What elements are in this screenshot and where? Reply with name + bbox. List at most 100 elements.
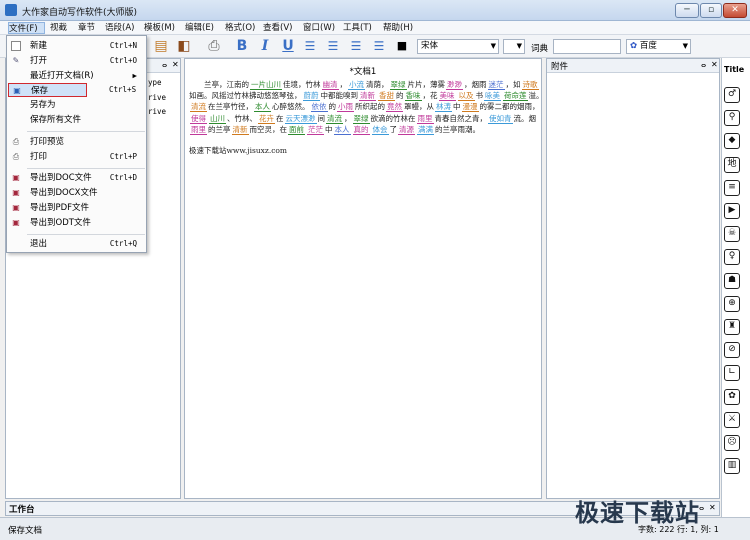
menu-item-open[interactable]: ✎ 打开 Ctrl+O	[8, 54, 145, 68]
align-right-icon[interactable]: ☰	[348, 38, 364, 54]
keyword-highlight: 小雨	[337, 102, 354, 113]
keyword-highlight: 使如青	[488, 113, 513, 124]
text-color-icon[interactable]: ■	[394, 38, 410, 54]
close-button[interactable]: ✕	[723, 3, 747, 18]
menu-item-export-docx[interactable]: ▣ 导出到DOCX文件	[8, 186, 145, 200]
tag-icon[interactable]: ◆	[724, 133, 740, 150]
menu-item-export-doc[interactable]: ▣ 导出到DOC文件 Ctrl+D	[8, 171, 145, 185]
keyword-highlight: 一片山川	[250, 80, 282, 90]
menu-item-save[interactable]: ▣ 保存	[8, 83, 87, 97]
menu-item-print-preview[interactable]: ⎙ 打印预览	[8, 135, 145, 149]
keyword-highlight: 竟然	[386, 102, 403, 113]
menu-item-export-pdf[interactable]: ▣ 导出到PDF文件	[8, 201, 145, 215]
bold-button[interactable]: B	[234, 38, 250, 54]
menu-window[interactable]: 窗口(W)	[303, 22, 335, 34]
map-icon[interactable]: 地	[724, 156, 740, 173]
keyword-highlight: 美味	[438, 91, 456, 102]
menu-item-exit[interactable]: 退出 Ctrl+Q	[8, 237, 145, 251]
paste-icon[interactable]: ▤	[153, 38, 169, 54]
menu-bar: 文件(F) 视截 章节 语段(A) 模板(M) 编辑(E) 格式(O) 查看(V…	[0, 21, 750, 56]
paragraph-text: 在	[276, 113, 284, 123]
align-center-icon[interactable]: ☰	[325, 38, 341, 54]
ban-icon[interactable]: ⊘	[724, 342, 740, 359]
menu-item-new[interactable]: 新建 Ctrl+N	[8, 39, 145, 53]
keyword-highlight: 漫漫	[461, 102, 479, 113]
list-item[interactable]: rive	[148, 93, 166, 102]
menu-item-export-odt[interactable]: ▣ 导出到ODT文件	[8, 216, 145, 230]
portrait-icon[interactable]: ☗	[724, 272, 740, 289]
justify-icon[interactable]: ☰	[371, 38, 387, 54]
menu-edit[interactable]: 编辑(E)	[185, 22, 214, 34]
menu-view[interactable]: 查看(V)	[263, 22, 292, 34]
play-icon[interactable]: ▶	[724, 203, 740, 219]
font-select[interactable]: 宋体 ▼	[417, 39, 499, 54]
female-icon[interactable]: ♀	[724, 249, 740, 266]
menu-template[interactable]: 模板(M)	[144, 22, 175, 34]
face-icon[interactable]: ☹	[724, 435, 740, 451]
attachments-title: 附件	[551, 62, 569, 72]
minimize-button[interactable]: ─	[675, 3, 699, 18]
menu-item-save-as[interactable]: 另存为	[8, 98, 145, 112]
paragraph-text: 在兰亭竹径，	[208, 102, 253, 112]
keyword-highlight: 清流	[326, 113, 343, 124]
close-icon[interactable]: ✕	[172, 60, 179, 69]
document-footer-line: 极速下载站www.jisuxz.com	[189, 146, 288, 156]
paragraph-text: 书	[475, 91, 484, 101]
paragraph-text: 中	[325, 124, 333, 134]
list-icon[interactable]: ≡	[724, 179, 740, 196]
globe-icon[interactable]: ⊕	[724, 295, 740, 312]
paragraph-text: ，烟雨	[464, 80, 487, 89]
save-icon: ▣	[13, 86, 21, 95]
keyword-highlight: 迷茫	[487, 80, 505, 90]
close-icon[interactable]: ✕	[709, 503, 716, 512]
document-editor[interactable]: *文档1 兰亭，江南的 一片山川 佳境，竹林 幽清，小流 清荫， 翠绿 片片，薄雾 渺渺 ，烟雨…	[184, 58, 545, 499]
book-icon[interactable]: ◧	[176, 38, 192, 54]
menu-paragraph[interactable]: 语段(A)	[105, 22, 134, 34]
keyword-highlight: 翠绿	[389, 80, 407, 90]
menu-item-recent[interactable]: 最近打开文档(R) ▶	[8, 69, 145, 83]
font-size-select[interactable]: ▼	[503, 39, 525, 54]
keyword-highlight: 茫茫	[307, 124, 324, 135]
align-left-icon[interactable]: ☰	[302, 38, 318, 54]
attachments-header: 附件 ⴰ ✕	[547, 59, 719, 73]
paragraph-text: ，如	[505, 80, 521, 89]
attachments-panel: 附件 ⴰ ✕	[546, 58, 720, 499]
grid-icon[interactable]: ▥	[724, 458, 740, 475]
search-engine-select[interactable]: ✿ 百度 ▼	[626, 39, 691, 54]
menu-format[interactable]: 格式(O)	[225, 22, 255, 34]
pin-icon[interactable]: ⴰ	[701, 60, 706, 69]
document-body[interactable]: 兰亭，江南的 一片山川 佳境，竹林 幽清，小流 清荫， 翠绿 片片，薄雾 渺渺 ，烟雨 迷茫 ，如诗…	[189, 79, 545, 156]
keyword-highlight: 幽清	[321, 80, 339, 90]
keyword-highlight: 荷命莲	[503, 91, 528, 102]
menu-help[interactable]: 帮助(H)	[383, 22, 413, 34]
export-icon: ▣	[12, 218, 20, 227]
dict-input[interactable]	[553, 39, 621, 54]
underline-button[interactable]: U	[280, 38, 296, 54]
female-search-icon[interactable]: ⚲	[724, 110, 740, 127]
print-icon[interactable]: ⎙	[206, 38, 222, 54]
maximize-button[interactable]: ▫	[700, 3, 722, 18]
document-tab-title[interactable]: *文档1	[185, 65, 541, 77]
close-icon[interactable]: ✕	[711, 60, 718, 69]
italic-button[interactable]: I	[257, 38, 273, 54]
skull-icon[interactable]: ☠	[724, 226, 740, 243]
keyword-highlight: 花卉	[258, 113, 275, 124]
menu-file[interactable]: 文件(F)	[8, 22, 45, 34]
menu-item-save-all[interactable]: 保存所有文件	[8, 113, 145, 127]
swords-icon[interactable]: ⚔	[724, 411, 740, 428]
shirt-icon[interactable]: ♜	[724, 319, 740, 335]
pin-icon[interactable]: ⴰ	[162, 60, 167, 69]
paragraph-text: 而空灵，在	[249, 124, 288, 134]
menu-view-cut[interactable]: 视截	[50, 22, 67, 34]
menu-chapter[interactable]: 章节	[78, 22, 95, 34]
menu-tools[interactable]: 工具(T)	[343, 22, 372, 34]
corner-icon[interactable]: ∟	[724, 365, 740, 382]
paragraph-text: 青春自然之青，	[434, 113, 488, 123]
list-item[interactable]: rive	[148, 107, 166, 116]
dict-label: 词典	[531, 44, 549, 54]
menu-item-print[interactable]: ⎙ 打印 Ctrl+P	[8, 150, 145, 164]
male-icon[interactable]: ♂	[724, 87, 740, 103]
print-preview-icon: ⎙	[12, 137, 20, 146]
paragraph-text: 罩幔，从	[404, 102, 434, 112]
flower-icon[interactable]: ✿	[724, 388, 740, 405]
